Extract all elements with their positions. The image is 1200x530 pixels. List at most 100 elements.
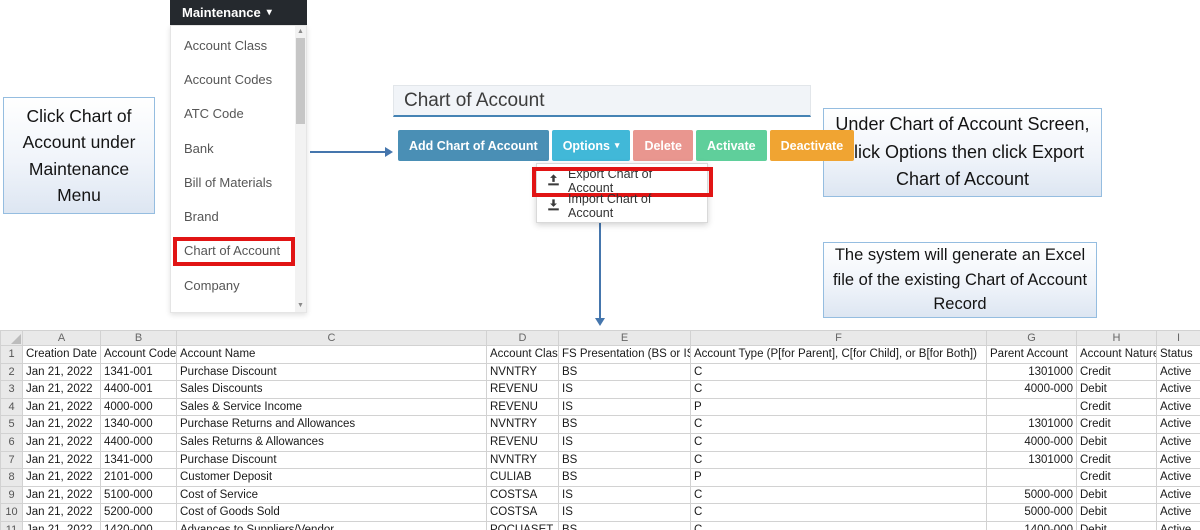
cell-i11[interactable]: Active (1156, 520, 1200, 530)
cell-c10[interactable]: Cost of Goods Sold (176, 503, 487, 522)
cell-e2[interactable]: BS (558, 362, 691, 382)
cell-a1[interactable]: Creation Date (22, 345, 101, 364)
cell-a4[interactable]: Jan 21, 2022 (22, 397, 101, 417)
import-chart-of-account-item[interactable]: Import Chart of Account (537, 192, 707, 220)
cell-e5[interactable]: BS (558, 415, 691, 434)
menu-scrollbar[interactable]: ▲ ▼ (295, 26, 306, 312)
cell-e1[interactable]: FS Presentation (BS or IS) (558, 345, 691, 364)
cell-f8[interactable]: P (690, 468, 987, 487)
cell-f2[interactable]: C (690, 362, 987, 382)
cell-i7[interactable]: Active (1156, 450, 1200, 470)
cell-g8[interactable] (986, 468, 1077, 487)
cell-g5[interactable]: 1301000 (986, 415, 1077, 434)
cell-a10[interactable]: Jan 21, 2022 (22, 503, 101, 522)
cell-c3[interactable]: Sales Discounts (176, 380, 487, 399)
cell-h4[interactable]: Credit (1076, 397, 1157, 417)
column-header-b[interactable]: B (100, 330, 177, 346)
cell-e10[interactable]: IS (558, 503, 691, 522)
cell-f9[interactable]: C (690, 485, 987, 505)
menu-item-bank[interactable]: Bank (171, 131, 306, 165)
cell-b9[interactable]: 5100-000 (100, 485, 177, 505)
cell-c5[interactable]: Purchase Returns and Allowances (176, 415, 487, 434)
cell-h7[interactable]: Credit (1076, 450, 1157, 470)
cell-i5[interactable]: Active (1156, 415, 1200, 434)
cell-g6[interactable]: 4000-000 (986, 432, 1077, 452)
cell-g2[interactable]: 1301000 (986, 362, 1077, 382)
cell-c8[interactable]: Customer Deposit (176, 468, 487, 487)
cell-e9[interactable]: IS (558, 485, 691, 505)
cell-b1[interactable]: Account Code (100, 345, 177, 364)
cell-i1[interactable]: Status (1156, 345, 1200, 364)
cell-h3[interactable]: Debit (1076, 380, 1157, 399)
cell-b2[interactable]: 1341-001 (100, 362, 177, 382)
menu-item-atc-code[interactable]: ATC Code (171, 97, 306, 131)
cell-f4[interactable]: P (690, 397, 987, 417)
cell-e8[interactable]: BS (558, 468, 691, 487)
cell-d10[interactable]: COSTSA (486, 503, 559, 522)
cell-h9[interactable]: Debit (1076, 485, 1157, 505)
add-chart-of-account-button[interactable]: Add Chart of Account (398, 130, 549, 161)
row-number[interactable]: 6 (0, 432, 23, 452)
cell-g1[interactable]: Parent Account (986, 345, 1077, 364)
export-chart-of-account-item[interactable]: Export Chart of Account (532, 167, 713, 197)
cell-h6[interactable]: Debit (1076, 432, 1157, 452)
cell-g9[interactable]: 5000-000 (986, 485, 1077, 505)
column-header-d[interactable]: D (486, 330, 559, 346)
cell-a2[interactable]: Jan 21, 2022 (22, 362, 101, 382)
column-header-c[interactable]: C (176, 330, 487, 346)
menu-item-bill-of-materials[interactable]: Bill of Materials (171, 165, 306, 199)
cell-i4[interactable]: Active (1156, 397, 1200, 417)
cell-d3[interactable]: REVENU (486, 380, 559, 399)
cell-d9[interactable]: COSTSA (486, 485, 559, 505)
cell-c11[interactable]: Advances to Suppliers/Vendor (176, 520, 487, 530)
cell-b7[interactable]: 1341-000 (100, 450, 177, 470)
cell-i9[interactable]: Active (1156, 485, 1200, 505)
cell-b3[interactable]: 4400-001 (100, 380, 177, 399)
cell-a5[interactable]: Jan 21, 2022 (22, 415, 101, 434)
cell-c1[interactable]: Account Name (176, 345, 487, 364)
scroll-up-icon[interactable]: ▲ (295, 27, 306, 37)
column-header-e[interactable]: E (558, 330, 691, 346)
cell-a8[interactable]: Jan 21, 2022 (22, 468, 101, 487)
column-header-h[interactable]: H (1076, 330, 1157, 346)
cell-g7[interactable]: 1301000 (986, 450, 1077, 470)
cell-a3[interactable]: Jan 21, 2022 (22, 380, 101, 399)
cell-b4[interactable]: 4000-000 (100, 397, 177, 417)
cell-a7[interactable]: Jan 21, 2022 (22, 450, 101, 470)
cell-d1[interactable]: Account Class (486, 345, 559, 364)
cell-b6[interactable]: 4400-000 (100, 432, 177, 452)
cell-f1[interactable]: Account Type (P[for Parent], C[for Child… (690, 345, 987, 364)
cell-i10[interactable]: Active (1156, 503, 1200, 522)
row-number[interactable]: 7 (0, 450, 23, 470)
cell-d6[interactable]: REVENU (486, 432, 559, 452)
cell-f11[interactable]: C (690, 520, 987, 530)
maintenance-menu-button[interactable]: Maintenance ▾ (170, 0, 307, 25)
cell-f6[interactable]: C (690, 432, 987, 452)
column-header-f[interactable]: F (690, 330, 987, 346)
cell-a9[interactable]: Jan 21, 2022 (22, 485, 101, 505)
row-number[interactable]: 9 (0, 485, 23, 505)
cell-a6[interactable]: Jan 21, 2022 (22, 432, 101, 452)
cell-d4[interactable]: REVENU (486, 397, 559, 417)
menu-item-chart-of-account[interactable]: Chart of Account (171, 234, 306, 268)
cell-h8[interactable]: Credit (1076, 468, 1157, 487)
cell-e11[interactable]: BS (558, 520, 691, 530)
cell-d2[interactable]: NVNTRY (486, 362, 559, 382)
column-header-a[interactable]: A (22, 330, 101, 346)
menu-item-account-codes[interactable]: Account Codes (171, 62, 306, 96)
cell-g3[interactable]: 4000-000 (986, 380, 1077, 399)
menu-item-company[interactable]: Company (171, 268, 306, 302)
row-number[interactable]: 1 (0, 345, 23, 364)
cell-h11[interactable]: Debit (1076, 520, 1157, 530)
cell-b11[interactable]: 1420-000 (100, 520, 177, 530)
cell-i3[interactable]: Active (1156, 380, 1200, 399)
menu-item-brand[interactable]: Brand (171, 199, 306, 233)
cell-i6[interactable]: Active (1156, 432, 1200, 452)
row-number[interactable]: 3 (0, 380, 23, 399)
cell-c6[interactable]: Sales Returns & Allowances (176, 432, 487, 452)
cell-b8[interactable]: 2101-000 (100, 468, 177, 487)
cell-h5[interactable]: Credit (1076, 415, 1157, 434)
cell-e3[interactable]: IS (558, 380, 691, 399)
column-header-i[interactable]: I (1156, 330, 1200, 346)
cell-e7[interactable]: BS (558, 450, 691, 470)
